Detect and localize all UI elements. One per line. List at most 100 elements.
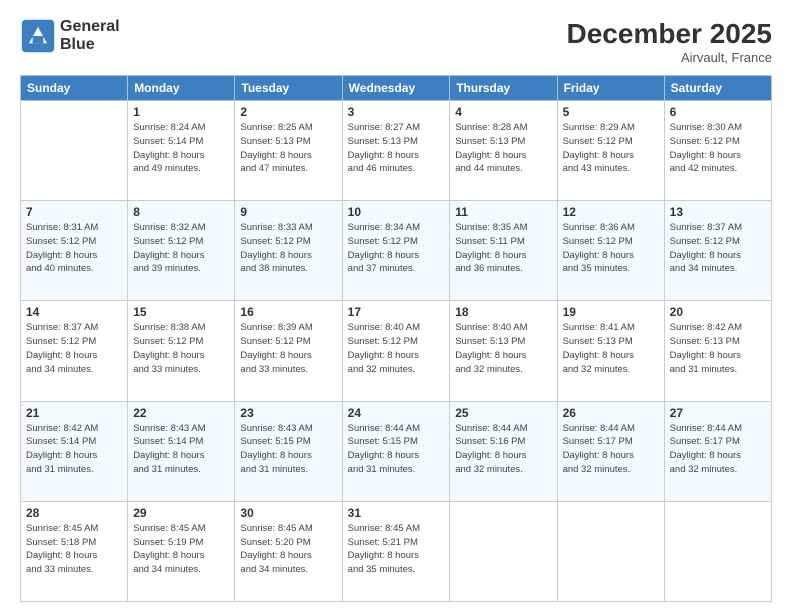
day-info: Sunrise: 8:25 AM Sunset: 5:13 PM Dayligh…: [240, 121, 336, 176]
day-info: Sunrise: 8:28 AM Sunset: 5:13 PM Dayligh…: [455, 121, 551, 176]
day-cell: [557, 501, 664, 601]
day-info: Sunrise: 8:42 AM Sunset: 5:13 PM Dayligh…: [670, 321, 766, 376]
day-number: 12: [563, 205, 659, 219]
day-info: Sunrise: 8:44 AM Sunset: 5:15 PM Dayligh…: [348, 422, 445, 477]
day-info: Sunrise: 8:38 AM Sunset: 5:12 PM Dayligh…: [133, 321, 229, 376]
location: Airvault, France: [567, 50, 772, 65]
day-cell: 26 Sunrise: 8:44 AM Sunset: 5:17 PM Dayli…: [557, 401, 664, 501]
weekday-header-wednesday: Wednesday: [342, 76, 450, 101]
day-number: 5: [563, 105, 659, 119]
logo-icon: [20, 18, 56, 54]
day-number: 3: [348, 105, 445, 119]
day-number: 13: [670, 205, 766, 219]
day-info: Sunrise: 8:33 AM Sunset: 5:12 PM Dayligh…: [240, 221, 336, 276]
day-info: Sunrise: 8:44 AM Sunset: 5:17 PM Dayligh…: [563, 422, 659, 477]
day-info: Sunrise: 8:31 AM Sunset: 5:12 PM Dayligh…: [26, 221, 122, 276]
day-number: 25: [455, 406, 551, 420]
day-info: Sunrise: 8:41 AM Sunset: 5:13 PM Dayligh…: [563, 321, 659, 376]
day-cell: 3Sunrise: 8:27 AM Sunset: 5:13 PM Daylig…: [342, 101, 450, 201]
day-info: Sunrise: 8:39 AM Sunset: 5:12 PM Dayligh…: [240, 321, 336, 376]
day-cell: 8 Sunrise: 8:32 AM Sunset: 5:12 PM Daylig…: [128, 201, 235, 301]
day-cell: 22 Sunrise: 8:43 AM Sunset: 5:14 PM Dayli…: [128, 401, 235, 501]
day-number: 24: [348, 406, 445, 420]
day-number: 6: [670, 105, 766, 119]
day-info: Sunrise: 8:43 AM Sunset: 5:14 PM Dayligh…: [133, 422, 229, 477]
day-info: Sunrise: 8:40 AM Sunset: 5:13 PM Dayligh…: [455, 321, 551, 376]
day-cell: 18 Sunrise: 8:40 AM Sunset: 5:13 PM Dayli…: [450, 301, 557, 401]
day-number: 10: [348, 205, 445, 219]
day-info: Sunrise: 8:45 AM Sunset: 5:18 PM Dayligh…: [26, 522, 122, 577]
day-number: 31: [348, 506, 445, 520]
day-info: Sunrise: 8:37 AM Sunset: 5:12 PM Dayligh…: [26, 321, 122, 376]
day-cell: 16 Sunrise: 8:39 AM Sunset: 5:12 PM Dayli…: [235, 301, 342, 401]
day-info: Sunrise: 8:42 AM Sunset: 5:14 PM Dayligh…: [26, 422, 122, 477]
day-number: 15: [133, 305, 229, 319]
weekday-header-sunday: Sunday: [21, 76, 128, 101]
weekday-header-tuesday: Tuesday: [235, 76, 342, 101]
day-number: 20: [670, 305, 766, 319]
day-number: 18: [455, 305, 551, 319]
day-cell: 9 Sunrise: 8:33 AM Sunset: 5:12 PM Daylig…: [235, 201, 342, 301]
day-cell: 11Sunrise: 8:35 AM Sunset: 5:11 PM Dayli…: [450, 201, 557, 301]
day-info: Sunrise: 8:30 AM Sunset: 5:12 PM Dayligh…: [670, 121, 766, 176]
day-info: Sunrise: 8:44 AM Sunset: 5:17 PM Dayligh…: [670, 422, 766, 477]
day-number: 21: [26, 406, 122, 420]
day-info: Sunrise: 8:37 AM Sunset: 5:12 PM Dayligh…: [670, 221, 766, 276]
day-cell: 19 Sunrise: 8:41 AM Sunset: 5:13 PM Dayli…: [557, 301, 664, 401]
day-cell: 1 Sunrise: 8:24 AM Sunset: 5:14 PM Daylig…: [128, 101, 235, 201]
day-number: 29: [133, 506, 229, 520]
day-cell: 6 Sunrise: 8:30 AM Sunset: 5:12 PM Daylig…: [664, 101, 771, 201]
week-row-2: 7 Sunrise: 8:31 AM Sunset: 5:12 PM Daylig…: [21, 201, 772, 301]
day-number: 19: [563, 305, 659, 319]
day-cell: [21, 101, 128, 201]
weekday-header-friday: Friday: [557, 76, 664, 101]
day-info: Sunrise: 8:40 AM Sunset: 5:12 PM Dayligh…: [348, 321, 445, 376]
day-number: 16: [240, 305, 336, 319]
logo-text: General Blue: [60, 18, 120, 53]
day-cell: [450, 501, 557, 601]
day-number: 1: [133, 105, 229, 119]
day-cell: 28 Sunrise: 8:45 AM Sunset: 5:18 PM Dayli…: [21, 501, 128, 601]
day-number: 22: [133, 406, 229, 420]
day-info: Sunrise: 8:45 AM Sunset: 5:19 PM Dayligh…: [133, 522, 229, 577]
weekday-header-thursday: Thursday: [450, 76, 557, 101]
day-cell: 27 Sunrise: 8:44 AM Sunset: 5:17 PM Dayli…: [664, 401, 771, 501]
day-cell: 7 Sunrise: 8:31 AM Sunset: 5:12 PM Daylig…: [21, 201, 128, 301]
day-number: 26: [563, 406, 659, 420]
day-number: 14: [26, 305, 122, 319]
weekday-header-saturday: Saturday: [664, 76, 771, 101]
day-cell: 5 Sunrise: 8:29 AM Sunset: 5:12 PM Daylig…: [557, 101, 664, 201]
day-cell: 15 Sunrise: 8:38 AM Sunset: 5:12 PM Dayli…: [128, 301, 235, 401]
day-info: Sunrise: 8:24 AM Sunset: 5:14 PM Dayligh…: [133, 121, 229, 176]
day-number: 28: [26, 506, 122, 520]
day-cell: 2Sunrise: 8:25 AM Sunset: 5:13 PM Daylig…: [235, 101, 342, 201]
logo-line2: Blue: [60, 36, 120, 54]
day-cell: 10Sunrise: 8:34 AM Sunset: 5:12 PM Dayli…: [342, 201, 450, 301]
day-number: 9: [240, 205, 336, 219]
day-number: 7: [26, 205, 122, 219]
day-cell: [664, 501, 771, 601]
day-cell: 21 Sunrise: 8:42 AM Sunset: 5:14 PM Dayli…: [21, 401, 128, 501]
day-cell: 31 Sunrise: 8:45 AM Sunset: 5:21 PM Dayli…: [342, 501, 450, 601]
header: General Blue December 2025 Airvault, Fra…: [20, 18, 772, 65]
day-info: Sunrise: 8:29 AM Sunset: 5:12 PM Dayligh…: [563, 121, 659, 176]
day-cell: 29 Sunrise: 8:45 AM Sunset: 5:19 PM Dayli…: [128, 501, 235, 601]
title-block: December 2025 Airvault, France: [567, 18, 772, 65]
weekday-header-monday: Monday: [128, 76, 235, 101]
day-info: Sunrise: 8:45 AM Sunset: 5:21 PM Dayligh…: [348, 522, 445, 577]
week-row-3: 14 Sunrise: 8:37 AM Sunset: 5:12 PM Dayli…: [21, 301, 772, 401]
weekday-header-row: SundayMondayTuesdayWednesdayThursdayFrid…: [21, 76, 772, 101]
day-cell: 23 Sunrise: 8:43 AM Sunset: 5:15 PM Dayli…: [235, 401, 342, 501]
week-row-1: 1 Sunrise: 8:24 AM Sunset: 5:14 PM Daylig…: [21, 101, 772, 201]
calendar-page: General Blue December 2025 Airvault, Fra…: [0, 0, 792, 612]
day-cell: 4Sunrise: 8:28 AM Sunset: 5:13 PM Daylig…: [450, 101, 557, 201]
day-number: 8: [133, 205, 229, 219]
day-info: Sunrise: 8:43 AM Sunset: 5:15 PM Dayligh…: [240, 422, 336, 477]
day-info: Sunrise: 8:32 AM Sunset: 5:12 PM Dayligh…: [133, 221, 229, 276]
calendar-table: SundayMondayTuesdayWednesdayThursdayFrid…: [20, 75, 772, 602]
day-cell: 17Sunrise: 8:40 AM Sunset: 5:12 PM Dayli…: [342, 301, 450, 401]
day-number: 27: [670, 406, 766, 420]
month-title: December 2025: [567, 18, 772, 50]
day-number: 23: [240, 406, 336, 420]
week-row-5: 28 Sunrise: 8:45 AM Sunset: 5:18 PM Dayli…: [21, 501, 772, 601]
